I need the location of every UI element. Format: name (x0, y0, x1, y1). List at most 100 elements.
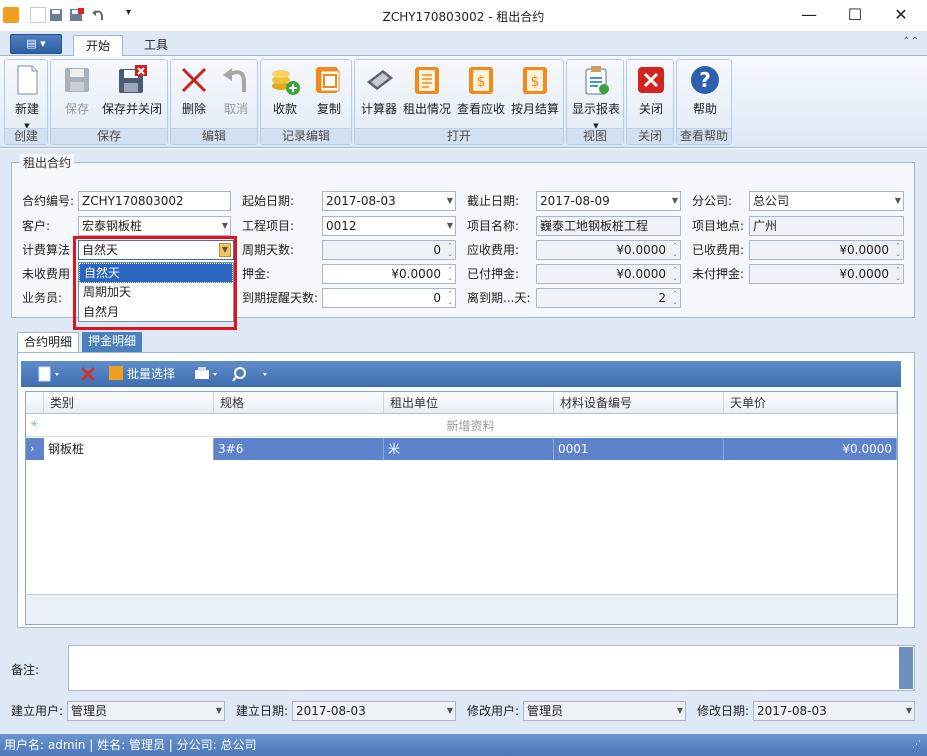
col-daily-price[interactable]: 天单价 (724, 392, 897, 414)
tab-start[interactable]: 开始 (73, 35, 124, 57)
group-edit: 删除 取消 编辑 (170, 59, 258, 145)
delete-row-icon[interactable] (79, 365, 97, 383)
cancel-button[interactable]: 取消 (215, 62, 257, 128)
chevron-down-icon[interactable]: ▼ (672, 192, 678, 210)
billing-option-natural-month[interactable]: 自然月 (79, 303, 233, 323)
chevron-down-icon[interactable]: ▼ (895, 192, 901, 210)
app-menu-button[interactable]: ▤ ▾ (10, 34, 62, 54)
ribbon-tab-row: ▤ ▾ 开始 工具 ⌃⌃ (0, 32, 927, 57)
modified-date-field: 2017-08-03 ▼ (753, 701, 915, 721)
chevron-down-icon[interactable]: ▼ (447, 217, 453, 235)
monthly-settlement-button[interactable]: $ 按月结算 (509, 62, 561, 128)
billing-option-period-plus-day[interactable]: 周期加天 (79, 283, 233, 303)
billing-method-select[interactable]: 自然天 ▼ (78, 240, 234, 260)
group-label-open: 打开 (355, 128, 563, 144)
batch-select-button[interactable]: 批量选择 (109, 365, 175, 383)
calculator-button[interactable]: 计算器 (357, 62, 401, 128)
deposit-stepper[interactable]: ¥0.0000 ⌃ ⌄ (322, 264, 456, 284)
period-days-label: 周期天数: (242, 243, 295, 257)
maximize-button[interactable]: ☐ (832, 0, 878, 30)
minimize-button[interactable]: — (786, 0, 832, 30)
spin-icon: ⌃ ⌄ (895, 266, 901, 282)
cell-daily-price[interactable]: ¥0.0000 (724, 438, 897, 460)
col-spec[interactable]: 规格 (214, 392, 384, 414)
unreceived-label: 未收费用 (22, 267, 71, 281)
billing-method-value: 自然天 (82, 243, 119, 257)
help-button[interactable]: ? 帮助 (681, 62, 729, 128)
save-and-close-button[interactable]: 保存并关闭 (99, 62, 165, 128)
spin-icon[interactable]: ⌃ ⌄ (447, 290, 453, 306)
receive-payment-button[interactable]: 收款 (263, 62, 307, 128)
cell-category[interactable]: 钢板桩 (44, 438, 214, 460)
group-save: 保存 保存并关闭 保存 (50, 59, 168, 145)
rental-status-button[interactable]: 租出情况 (401, 62, 453, 128)
resize-grip-icon[interactable]: ⋰ (912, 734, 921, 756)
start-date-label: 起始日期: (242, 194, 295, 208)
app-menu-icon: ▤ ▾ (26, 37, 46, 50)
detail-panel: 批量选择 类别 规格 租出单位 材料设备编号 天单价 ✳ 新增资料 › 钢板桩 … (17, 352, 915, 628)
created-by-field: 管理员 ▼ (67, 701, 225, 721)
new-button[interactable]: 新建 ▼ (7, 62, 47, 130)
remark-textarea[interactable] (68, 645, 915, 691)
receivable-value: ¥0.0000 (616, 243, 666, 257)
close-window-button[interactable]: ✕ (878, 0, 924, 30)
start-date-picker[interactable]: 2017-08-03 ▼ (322, 191, 456, 211)
chevron-down-icon[interactable]: ▼ (447, 192, 453, 210)
svg-text:$: $ (531, 74, 540, 90)
new-document-icon (11, 64, 43, 96)
collapse-ribbon-icon[interactable]: ⌃⌃ (902, 36, 919, 47)
group-create: 新建 ▼ 创建 (4, 59, 48, 145)
delete-button[interactable]: 删除 (173, 62, 215, 128)
copy-button[interactable]: 复制 (307, 62, 351, 128)
cell-unit[interactable]: 米 (384, 438, 554, 460)
col-category[interactable]: 类别 (44, 392, 214, 414)
search-icon[interactable] (231, 365, 271, 383)
print-icon[interactable] (193, 365, 221, 383)
remind-days-stepper[interactable]: 0 ⌃ ⌄ (322, 288, 456, 308)
deposit-paid-value: ¥0.0000 (616, 267, 666, 281)
undo-icon (220, 64, 252, 96)
show-report-button[interactable]: 显示报表 ▼ (569, 62, 623, 130)
new-row-text: 新增资料 (446, 419, 495, 433)
project-select[interactable]: 0012 ▼ (322, 216, 456, 236)
spin-icon[interactable]: ⌃ ⌄ (447, 242, 453, 258)
period-days-stepper[interactable]: 0 ⌃ ⌄ (322, 240, 456, 260)
contract-no-input[interactable]: ZCHY170803002 (78, 191, 231, 211)
period-days-value: 0 (433, 243, 441, 257)
customer-label: 客户: (22, 219, 51, 233)
view-receivables-button[interactable]: $ 查看应收 (455, 62, 507, 128)
col-material-code[interactable]: 材料设备编号 (554, 392, 724, 414)
col-unit[interactable]: 租出单位 (384, 392, 554, 414)
group-close: 关闭 关闭 (626, 59, 674, 145)
group-label-record-edit: 记录编辑 (261, 128, 351, 144)
tab-deposit-detail[interactable]: 押金明细 (82, 332, 143, 352)
branch-select[interactable]: 总公司 ▼ (749, 191, 904, 211)
end-date-picker[interactable]: 2017-08-09 ▼ (536, 191, 681, 211)
project-site-field: 广州 (749, 216, 904, 236)
received-field: ¥0.0000 ⌃ ⌄ (749, 240, 904, 260)
billing-option-natural-day[interactable]: 自然天 (79, 263, 233, 283)
coins-icon (269, 64, 301, 96)
cell-spec[interactable]: 3#6 (214, 438, 384, 460)
grid-toolbar: 批量选择 (21, 361, 901, 387)
new-row[interactable]: ✳ 新增资料 (26, 415, 897, 437)
chevron-down-icon[interactable]: ▼ (222, 217, 228, 235)
close-button[interactable]: 关闭 (629, 62, 673, 128)
billing-method-dropdown: 自然天 周期加天 自然月 (78, 262, 234, 322)
remark-label: 备注: (11, 663, 40, 677)
table-row[interactable]: › 钢板桩 3#6 米 0001 ¥0.0000 (26, 438, 897, 460)
billing-method-label: 计费算法 (22, 243, 71, 257)
remark-scrollbar[interactable] (899, 647, 913, 689)
customer-select[interactable]: 宏泰钢板桩 ▼ (78, 216, 231, 236)
tab-contract-detail[interactable]: 合约明细 (17, 332, 80, 352)
save-button[interactable]: 保存 (55, 62, 99, 128)
chevron-down-icon[interactable]: ▼ (219, 243, 231, 257)
new-row-icon[interactable] (37, 365, 63, 383)
report-clipboard-icon (580, 64, 612, 96)
spin-icon[interactable]: ⌃ ⌄ (447, 266, 453, 282)
cell-material-code[interactable]: 0001 (554, 438, 724, 460)
created-date-value: 2017-08-03 (296, 704, 366, 718)
row-indicator-header (26, 392, 44, 414)
chevron-down-icon: ▼ (905, 706, 912, 715)
tab-tools[interactable]: 工具 (132, 35, 180, 57)
